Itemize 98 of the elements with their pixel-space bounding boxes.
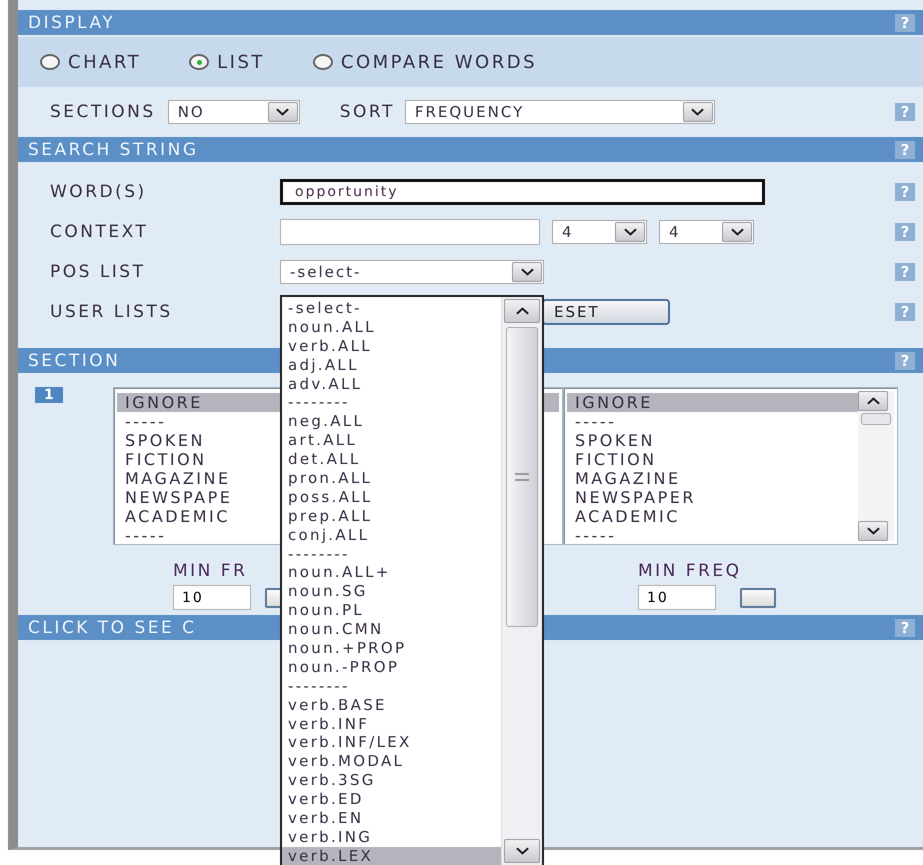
dropdown-option[interactable]: noun.SG	[282, 582, 501, 602]
dropdown-option[interactable]: adv.ALL	[282, 374, 501, 394]
chevron-down-icon	[691, 108, 704, 116]
field-label: MIN FREQ	[638, 561, 742, 581]
dropdown-button[interactable]	[722, 222, 752, 242]
select-value: -select-	[289, 263, 362, 281]
scroll-thumb[interactable]	[506, 327, 538, 627]
sort-select[interactable]: FREQUENCY	[404, 100, 715, 124]
dropdown-option[interactable]: noun.CMN	[282, 620, 501, 640]
list-option[interactable]: SPOKEN	[567, 431, 858, 450]
chevron-down-icon	[866, 527, 880, 535]
sections-select[interactable]: NO	[168, 100, 300, 124]
dropdown-option[interactable]: pron.ALL	[282, 469, 501, 488]
context-input[interactable]	[280, 219, 540, 245]
dropdown-option[interactable]: --------	[282, 544, 501, 564]
list-option[interactable]: -----	[567, 526, 858, 545]
dropdown-option[interactable]: det.ALL	[282, 450, 501, 470]
field-label: WORD(S)	[50, 182, 148, 202]
grip-icon	[515, 473, 529, 481]
checkbox[interactable]	[740, 588, 776, 608]
chevron-down-icon	[624, 228, 636, 236]
radio-button[interactable]	[40, 54, 60, 70]
section-title: DISPLAY	[28, 12, 116, 32]
section-title: SEARCH STRING	[28, 140, 199, 160]
dropdown-option[interactable]: neg.ALL	[282, 412, 501, 432]
section-title: CLICK TO SEE C	[28, 618, 196, 638]
scroll-up-button[interactable]	[504, 299, 540, 323]
dropdown-list[interactable]	[280, 295, 544, 865]
chevron-down-icon	[730, 228, 744, 236]
dropdown-option[interactable]: verb.INF/LEX	[282, 733, 501, 752]
span-select[interactable]: 4	[552, 220, 647, 244]
select-value: 4	[561, 223, 575, 241]
scrollbar[interactable]	[858, 391, 894, 541]
chevron-down-icon	[276, 108, 290, 116]
field-label: POS LIST	[50, 262, 146, 282]
dropdown-option[interactable]: --------	[282, 676, 501, 696]
dropdown-option[interactable]: poss.ALL	[282, 488, 501, 507]
dropdown-option[interactable]: verb.LEX	[282, 846, 501, 865]
min-freq-input[interactable]: 10	[638, 585, 716, 610]
dropdown-option[interactable]: noun.ALL+	[282, 563, 501, 582]
min-freq-input[interactable]: 10	[173, 585, 251, 610]
dropdown-option[interactable]: verb.ED	[282, 790, 501, 810]
select-value: 4	[668, 223, 682, 241]
radio-button[interactable]	[312, 54, 333, 70]
radio-label[interactable]: LIST	[217, 52, 265, 72]
radio-label[interactable]: CHART	[68, 52, 142, 72]
dropdown-button[interactable]	[512, 262, 542, 282]
dropdown-option[interactable]: art.ALL	[282, 431, 501, 450]
span-select[interactable]: 4	[659, 220, 754, 244]
dropdown-option[interactable]: noun.ALL	[282, 318, 501, 337]
chevron-up-icon	[516, 307, 528, 315]
dropdown-option[interactable]: verb.EN	[282, 809, 501, 828]
section-listbox[interactable]: IGNORE ----- SPOKEN FICTION MAGAZINE NEWSPAPER ACADEMIC -----	[563, 387, 898, 545]
chevron-up-icon	[866, 397, 880, 405]
dropdown-option[interactable]: prep.ALL	[282, 506, 501, 526]
dropdown-option[interactable]: verb.INF	[282, 714, 501, 734]
section-title: SECTION	[28, 350, 120, 370]
dropdown-button[interactable]	[268, 102, 298, 122]
dropdown-option[interactable]: verb.MODAL	[282, 752, 501, 772]
dropdown-option[interactable]: verb.ALL	[282, 336, 501, 356]
select-value: FREQUENCY	[414, 103, 526, 121]
field-label: USER LISTS	[50, 302, 174, 322]
word-input[interactable]: opportunity	[280, 179, 765, 205]
list-option[interactable]: IGNORE	[567, 393, 858, 412]
dropdown-option[interactable]: noun.+PROP	[282, 639, 501, 658]
dropdown-option[interactable]: -select-	[282, 299, 501, 318]
scroll-up-button[interactable]	[858, 391, 888, 411]
pos-select[interactable]: -select-	[280, 260, 544, 284]
dropdown-option[interactable]: verb.BASE	[282, 696, 501, 715]
dropdown-option[interactable]: noun.-PROP	[282, 658, 501, 677]
dropdown-button[interactable]	[615, 222, 645, 242]
dropdown-option[interactable]: noun.PL	[282, 601, 501, 620]
field-label: SORT	[340, 102, 395, 122]
dropdown-option[interactable]: --------	[282, 393, 501, 412]
select-value: NO	[176, 103, 206, 121]
field-label: CONTEXT	[50, 222, 150, 242]
radio-button[interactable]	[189, 54, 210, 70]
dropdown-option[interactable]: verb.ING	[282, 828, 501, 847]
chevron-down-icon	[520, 268, 534, 276]
dropdown-button[interactable]	[682, 102, 713, 122]
reset-button[interactable]: ESET	[542, 299, 670, 325]
list-option[interactable]: MAGAZINE	[567, 469, 858, 488]
scrollbar[interactable]	[501, 297, 542, 865]
dropdown-option[interactable]: verb.3SG	[282, 771, 501, 790]
dropdown-option[interactable]: adj.ALL	[282, 356, 501, 375]
list-option[interactable]: FICTION	[567, 450, 858, 469]
section-number: 1	[35, 387, 63, 403]
scroll-down-button[interactable]	[504, 839, 540, 863]
list-option[interactable]: ACADEMIC	[567, 507, 858, 526]
radio-label[interactable]: COMPARE WORDS	[340, 52, 538, 72]
list-option[interactable]: -----	[567, 412, 858, 431]
field-label: SECTIONS	[50, 102, 156, 122]
field-label: MIN FR	[173, 561, 248, 581]
list-option[interactable]: NEWSPAPER	[567, 488, 858, 507]
scroll-down-button[interactable]	[858, 521, 888, 541]
chevron-down-icon	[516, 847, 528, 855]
dropdown-option[interactable]: conj.ALL	[282, 526, 501, 545]
scroll-thumb[interactable]	[861, 413, 891, 425]
